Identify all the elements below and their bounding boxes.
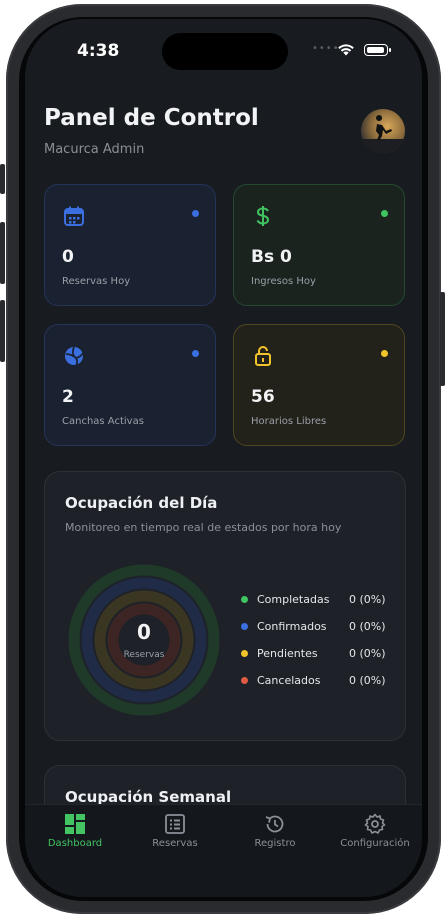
stat-value: 2 [62,387,74,407]
avatar[interactable] [361,109,405,153]
stat-label: Reservas Hoy [62,276,131,287]
legend-dot [241,677,248,684]
legend-name: Pendientes [257,647,318,660]
legend-value: 0 (0%) [349,593,386,606]
status-dot [192,350,199,357]
legend-dot [241,650,248,657]
stat-label: Canchas Activas [62,416,144,427]
stat-label: Horarios Libres [251,416,327,427]
volleyball-icon [65,346,84,366]
stat-value: 0 [62,247,74,267]
gear-icon [364,813,386,834]
screen: 4:38 •••• Panel de Control Macurca Admin… [25,19,422,897]
status-dot [381,350,388,357]
page-title: Panel de Control [44,105,259,131]
history-icon [265,815,284,833]
ring-center-value: 0 [137,620,151,644]
legend-confirmados: Confirmados 0 (0%) [241,619,391,635]
legend-dot [241,623,248,630]
tab-label: Registro [254,838,296,849]
stat-card-ingresos[interactable]: Bs 0 Ingresos Hoy [233,184,405,306]
status-bar: 4:38 •••• [25,19,422,83]
volume-up-button [0,222,5,284]
dynamic-island [162,33,288,70]
calendar-icon [64,206,84,226]
mute-switch [0,164,5,194]
dollar-icon [256,206,270,226]
tab-reservas[interactable]: Reservas [125,813,225,859]
tab-label: Dashboard [47,838,103,849]
list-icon [165,814,185,834]
signal-icon: •••• [312,43,340,54]
legend-value: 0 (0%) [349,620,386,633]
tab-bar: Dashboard Reservas Registro Configuració… [25,804,422,897]
legend-cancelados: Cancelados 0 (0%) [241,673,391,689]
status-time: 4:38 [77,41,120,61]
ring-center-label: Reservas [123,650,165,660]
stat-value: Bs 0 [251,247,292,267]
avatar-silhouette-icon [361,115,405,153]
stat-value: 56 [251,387,275,407]
tab-label: Reservas [152,838,198,849]
occupancy-panel: Ocupación del Día Monitoreo en tiempo re… [44,471,406,741]
battery-icon [364,44,391,56]
tab-configuracion[interactable]: Configuración [325,813,422,859]
stat-label: Ingresos Hoy [251,276,316,287]
power-button [440,292,445,386]
legend-name: Confirmados [257,620,327,633]
legend-name: Completadas [257,593,330,606]
volume-down-button [0,300,5,362]
status-dot [381,210,388,217]
status-dot [192,210,199,217]
tab-dashboard[interactable]: Dashboard [25,813,125,859]
stat-card-horarios[interactable]: 56 Horarios Libres [233,324,405,446]
legend-value: 0 (0%) [349,647,386,660]
tab-registro[interactable]: Registro [225,813,325,859]
dashboard-icon [65,814,85,834]
wifi-icon [338,44,354,56]
legend-completadas: Completadas 0 (0%) [241,592,391,608]
tab-label: Configuración [340,838,410,849]
panel-subtitle: Monitoreo en tiempo real de estados por … [65,521,342,534]
legend-name: Cancelados [257,674,321,687]
legend-dot [241,596,248,603]
legend-value: 0 (0%) [349,674,386,687]
stat-card-canchas[interactable]: 2 Canchas Activas [44,324,216,446]
page-subtitle: Macurca Admin [44,142,145,157]
stat-card-reservas[interactable]: 0 Reservas Hoy [44,184,216,306]
unlock-icon [255,346,271,366]
panel-title: Ocupación del Día [65,494,218,512]
legend-pendientes: Pendientes 0 (0%) [241,646,391,662]
